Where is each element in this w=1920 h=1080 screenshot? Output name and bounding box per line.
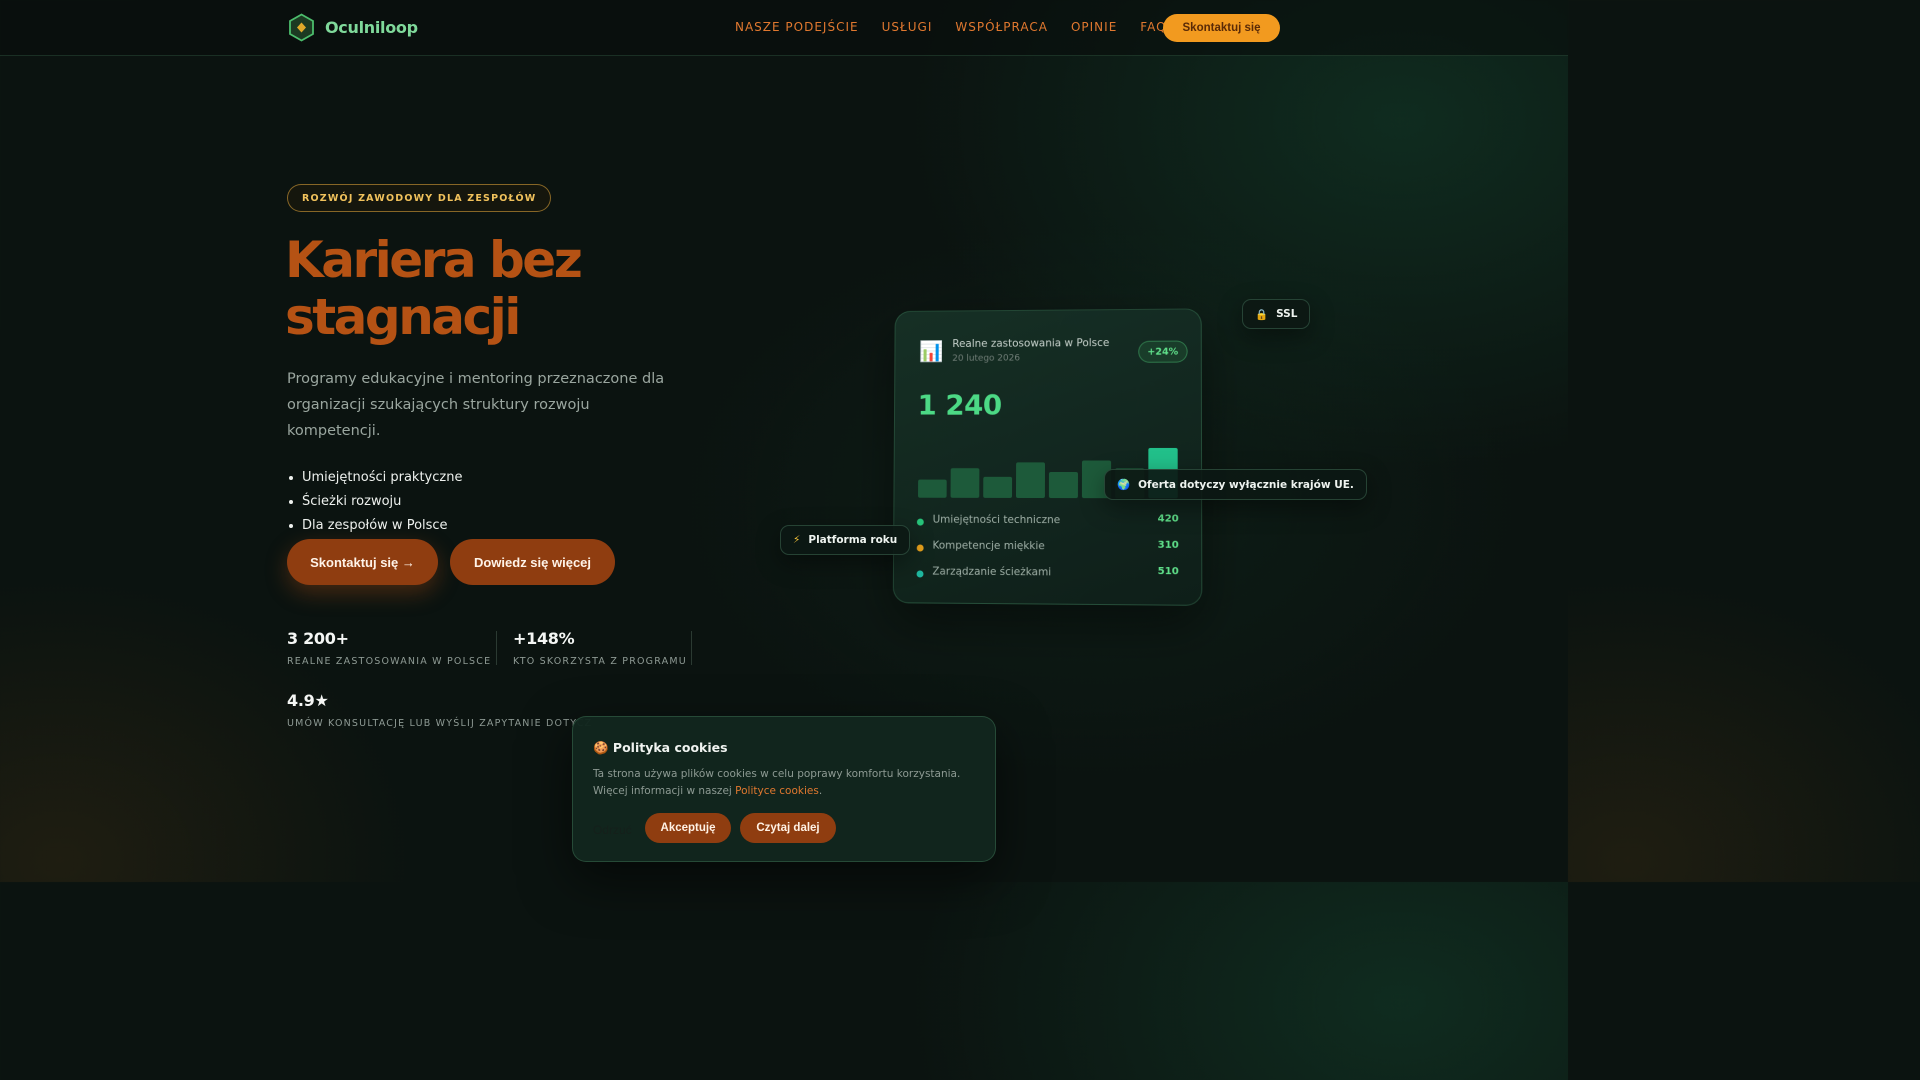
legend-value: 510 (1157, 565, 1179, 578)
stat-value: +148% (513, 629, 575, 648)
platform-label: Platforma roku (808, 534, 898, 546)
chart-bar (918, 479, 947, 498)
nav-link-reviews[interactable]: OPINIE (1071, 20, 1117, 34)
legend-row: Umiejętności techniczne 420 (916, 513, 1179, 540)
stat-label: UMÓW KONSULTACJĘ LUB WYŚLIJ ZAPYTANIE DO… (287, 718, 593, 729)
hero-subtitle: Programy edukacyjne i mentoring przeznac… (287, 371, 665, 439)
eu-offer-chip: 🌍 Oferta dotyczy wyłącznie krajów UE. (1104, 469, 1367, 500)
lightning-icon: ⚡ (793, 534, 801, 546)
bullet-item: Umiejętności praktyczne (288, 466, 462, 490)
legend-row: Zarządzanie ścieżkami 510 (916, 564, 1179, 592)
dashboard-card: 📊 Realne zastosowania w Polsce 20 lutego… (892, 308, 1203, 606)
brand-name: Oculniloop (325, 18, 418, 37)
nav-contact-button[interactable]: Skontaktuj się (1163, 14, 1280, 42)
nav-link-cooperation[interactable]: WSPÓŁPRACA (955, 20, 1048, 34)
ssl-label: SSL (1276, 308, 1298, 320)
stat-value: 3 200+ (287, 629, 349, 648)
dashboard-title: Realne zastosowania w Polsce (952, 337, 1110, 350)
lock-icon: 🔒 (1255, 308, 1269, 321)
chart-bar (1048, 472, 1078, 499)
bullet-item: Ścieżki rozwoju (288, 490, 462, 514)
cookie-banner: 🍪 Polityka cookies Ta strona używa plikó… (572, 716, 996, 862)
main-menu: NASZE PODEJŚCIE USŁUGI WSPÓŁPRACA OPINIE… (735, 20, 1167, 34)
legend-dot (916, 570, 924, 578)
hero-contact-button[interactable]: Skontaktuj się → (287, 539, 438, 585)
legend-label: Zarządzanie ścieżkami (932, 565, 1052, 579)
legend-dot (916, 544, 924, 552)
legend-value: 420 (1157, 513, 1179, 525)
dashboard-date: 20 lutego 2026 (952, 353, 1021, 364)
cookie-text-end: . (818, 785, 823, 797)
eu-offer-label: Oferta dotyczy wyłącznie krajów UE. (1138, 478, 1354, 491)
brand-logo[interactable]: Oculniloop (287, 13, 418, 42)
stat-rating: 4.9★ UMÓW KONSULTACJĘ LUB WYŚLIJ ZAPYTAN… (287, 691, 592, 729)
bar-chart-icon: 📊 (918, 339, 944, 364)
chart-bar (1016, 462, 1045, 499)
cookie-read-more-button[interactable]: Czytaj dalej (740, 813, 836, 843)
hexagon-logo-icon (287, 13, 316, 42)
stat-growth: +148% KTO SKORZYSTA Z PROGRAMU (513, 629, 687, 667)
growth-badge: +24% (1138, 340, 1188, 363)
top-navbar: Oculniloop NASZE PODEJŚCIE USŁUGI WSPÓŁP… (0, 0, 1568, 56)
legend-dot (916, 518, 924, 526)
chart-bar (950, 468, 980, 498)
cookie-title: 🍪 Polityka cookies (593, 740, 728, 755)
cookie-policy-link[interactable]: Polityce cookies (735, 785, 819, 797)
cookie-text: Ta strona używa plików cookies w celu po… (593, 766, 985, 800)
globe-icon: 🌍 (1117, 479, 1131, 491)
platform-chip: ⚡ Platforma roku (780, 525, 911, 555)
cookie-reject-button[interactable]: Odrzuć (593, 820, 632, 840)
stat-divider (691, 631, 692, 665)
hero-title: Kariera bez stagnacji (285, 231, 583, 346)
cookie-accept-button[interactable]: Akceptuję (645, 813, 731, 843)
stat-applications: 3 200+ REALNE ZASTOSOWANIA W POLSCE (287, 629, 491, 667)
hero-eyebrow-badge: ROZWÓJ ZAWODOWY DLA ZESPOŁÓW (287, 184, 552, 212)
bullet-item: Dla zespołów w Polsce (288, 514, 462, 538)
stat-label: KTO SKORZYSTA Z PROGRAMU (513, 656, 687, 667)
dashboard-total: 1 240 (917, 388, 1002, 422)
nav-link-services[interactable]: USŁUGI (882, 20, 933, 34)
nav-link-approach[interactable]: NASZE PODEJŚCIE (735, 20, 859, 34)
legend-row: Kompetencje miękkie 310 (916, 539, 1179, 567)
stat-value: 4.9★ (287, 691, 329, 710)
ssl-chip: 🔒 SSL (1242, 299, 1311, 329)
legend-label: Kompetencje miękkie (932, 539, 1045, 553)
chart-bar (983, 476, 1013, 498)
legend-value: 310 (1157, 539, 1179, 551)
stat-divider (496, 631, 497, 665)
legend-label: Umiejętności techniczne (932, 513, 1061, 527)
stat-label: REALNE ZASTOSOWANIA W POLSCE (287, 656, 492, 667)
dashboard-legend: Umiejętności techniczne 420 Kompetencje … (916, 513, 1179, 593)
hero-bullet-list: Umiejętności praktyczne Ścieżki rozwoju … (288, 466, 462, 538)
hero-learn-more-button[interactable]: Dowiedz się więcej (450, 539, 615, 585)
